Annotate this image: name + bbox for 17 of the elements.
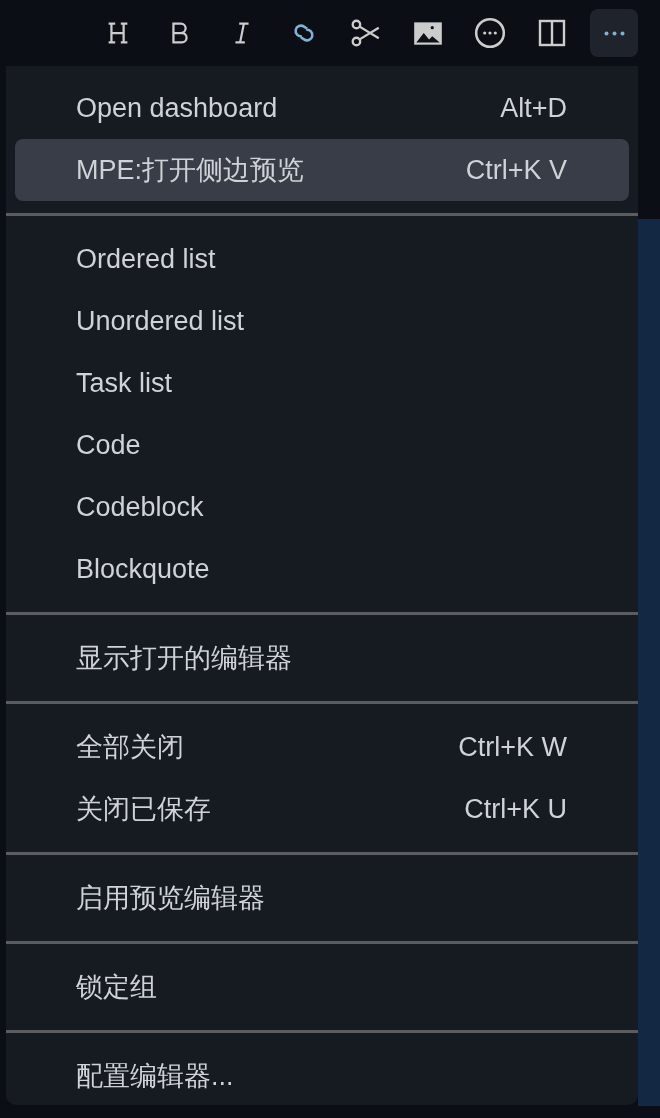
menu-item[interactable]: 关闭已保存 Ctrl+K U bbox=[15, 778, 629, 840]
menu-item[interactable]: Code bbox=[15, 414, 629, 476]
ellipsis-icon bbox=[603, 30, 625, 36]
menu-item[interactable]: Codeblock bbox=[15, 476, 629, 538]
menu-item[interactable]: Blockquote bbox=[15, 538, 629, 600]
menu-item[interactable]: Task list bbox=[15, 352, 629, 414]
menu-item[interactable]: 全部关闭 Ctrl+K W bbox=[15, 716, 629, 778]
more-circle-icon bbox=[473, 16, 507, 50]
menu-item[interactable]: Open dashboard Alt+D bbox=[15, 77, 629, 139]
menu-item[interactable]: Ordered list bbox=[15, 228, 629, 290]
menu-item[interactable]: Unordered list bbox=[15, 290, 629, 352]
menu-item[interactable]: 启用预览编辑器 bbox=[15, 867, 629, 929]
menu-item[interactable]: 锁定组 bbox=[15, 956, 629, 1018]
menu-item[interactable]: 显示打开的编辑器 bbox=[15, 627, 629, 689]
menu-item[interactable]: 配置编辑器... bbox=[15, 1045, 629, 1107]
split-editor-icon bbox=[536, 17, 568, 49]
menu-item[interactable]: MPE:打开侧边预览 Ctrl+K V bbox=[15, 139, 629, 201]
